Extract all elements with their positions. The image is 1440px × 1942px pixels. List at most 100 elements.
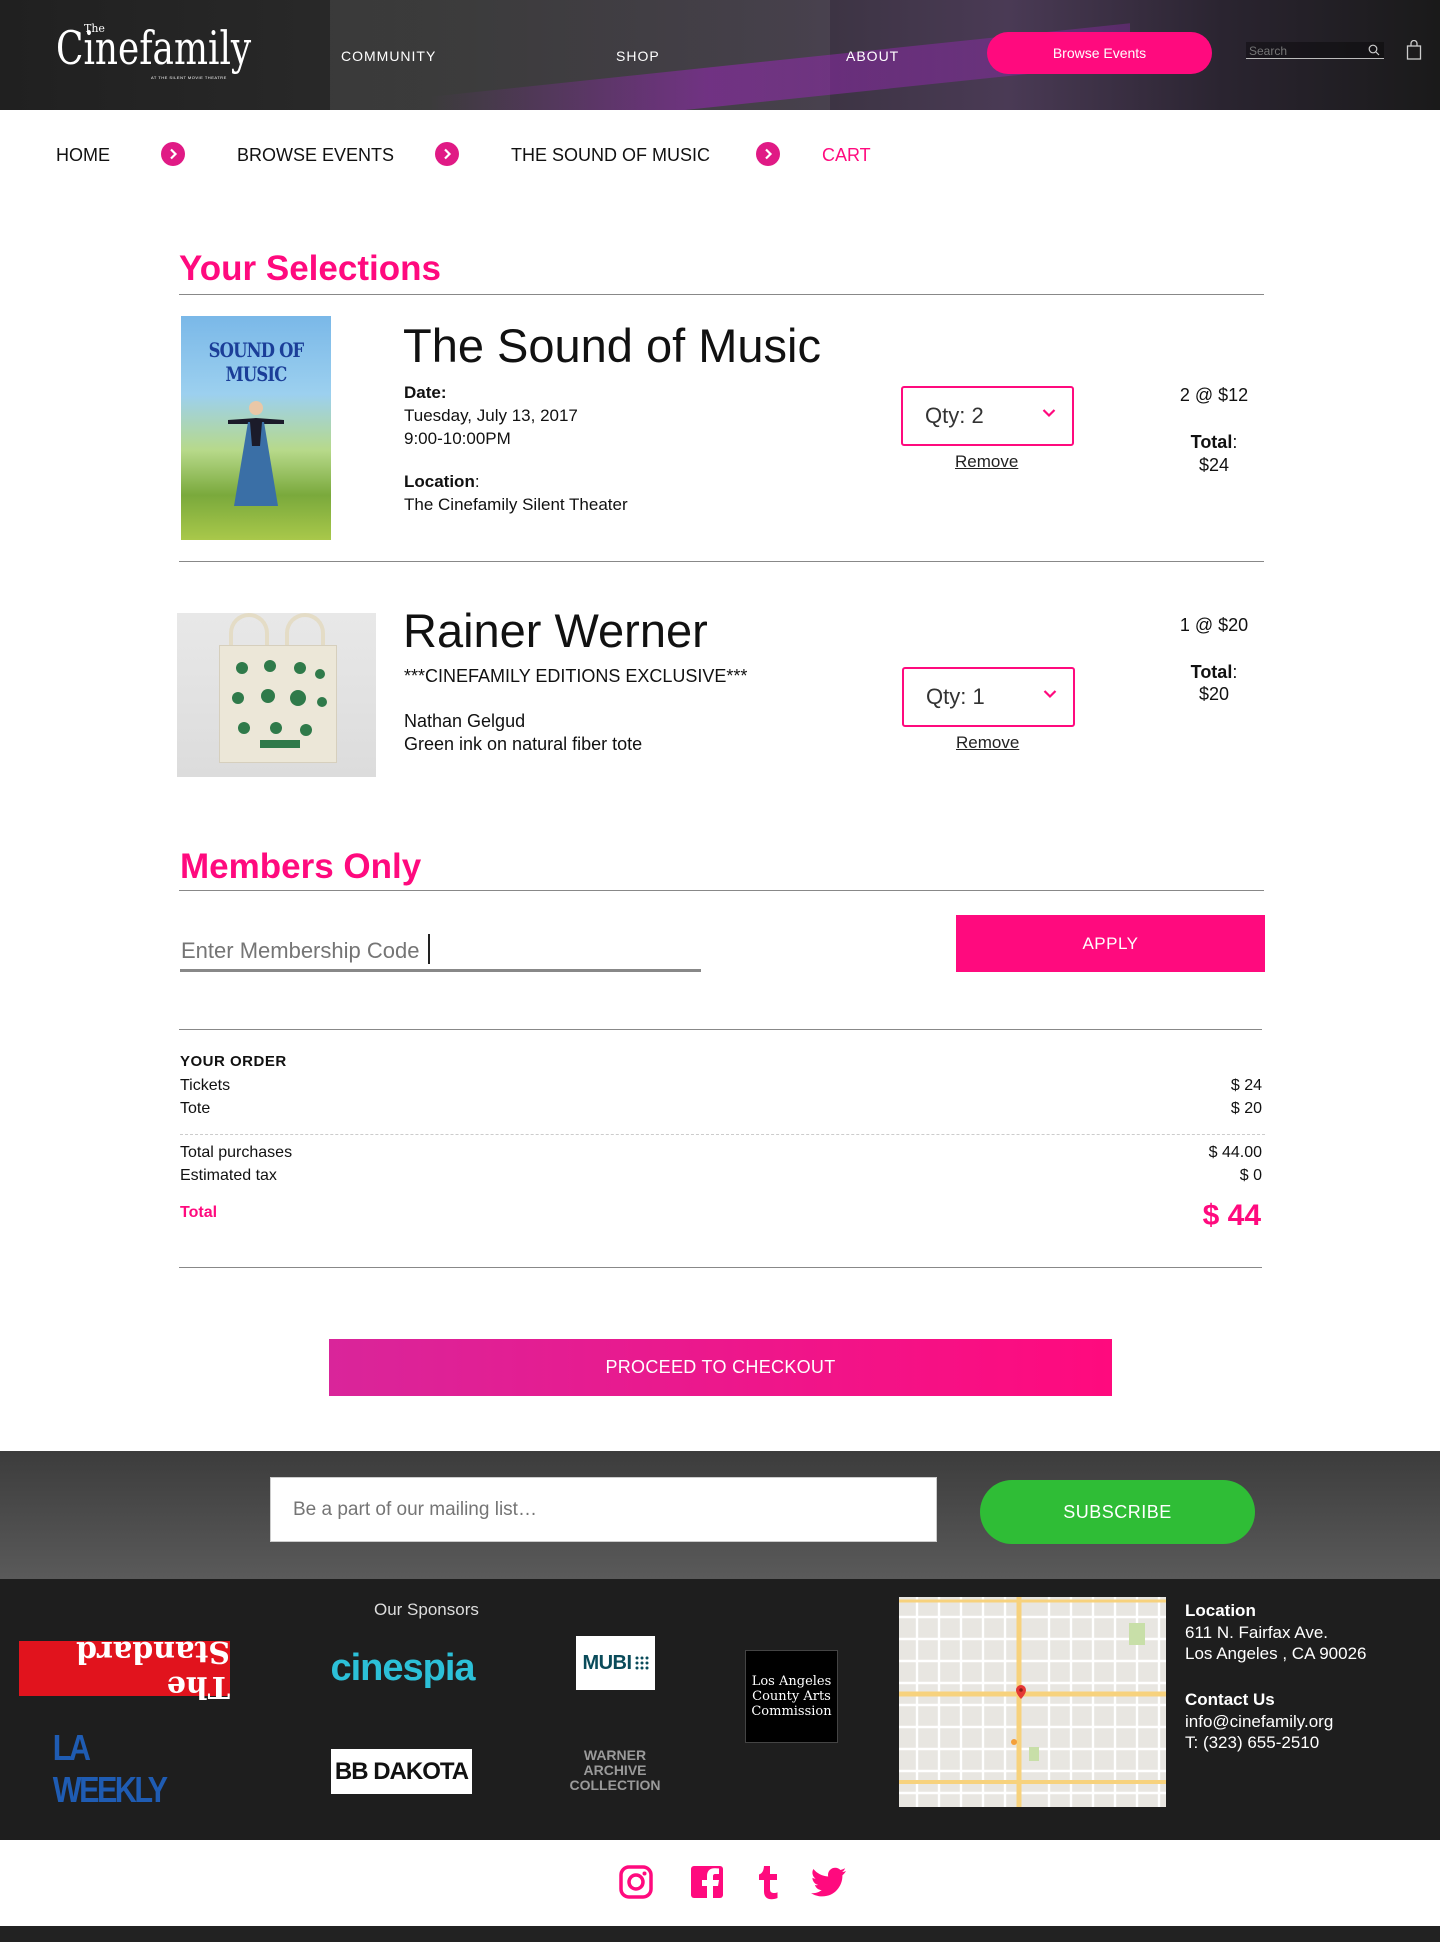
item-subtitle: ***CINEFAMILY EDITIONS EXCLUSIVE*** [404,666,748,686]
chevron-down-icon [1042,409,1056,418]
divider [179,1267,1262,1268]
chevron-right-icon [161,142,185,166]
remove-link[interactable]: Remove [956,733,1019,753]
facebook-icon[interactable] [689,1864,725,1900]
cinefamily-logo[interactable]: The Cinefamily AT THE SILENT MOVIE THEAT… [56,18,296,80]
event-location: The Cinefamily Silent Theater [404,495,628,514]
location-label: Location [404,472,475,491]
order-row-value: $ 0 [1239,1167,1262,1184]
item-total: $20 [1198,684,1230,704]
unit-price: 2 @ $12 [1179,385,1249,405]
poster-figure [228,401,284,506]
total-label: Total [1190,432,1233,452]
cart-icon[interactable] [1406,40,1422,60]
tote-print [232,660,327,748]
sponsor-cinespia[interactable]: cinespia [325,1643,480,1693]
nav-community[interactable]: COMMUNITY [341,48,436,64]
text-caret [428,934,430,964]
contact-title: Contact Us [1185,1690,1275,1709]
qty-select[interactable]: Qty: 1 [902,667,1075,727]
divider [179,1029,1262,1030]
sponsor-bb-dakota[interactable]: BB DAKOTA [331,1749,472,1794]
location-title: Location [1185,1601,1256,1620]
location-map[interactable] [899,1597,1166,1807]
sponsor-warner-archive[interactable]: WARNER ARCHIVE COLLECTION [563,1743,667,1797]
selections-title: Your Selections [179,249,441,288]
unit-price: 1 @ $20 [1179,615,1249,635]
apply-button[interactable]: APPLY [956,915,1265,972]
date-label: Date: [404,383,447,402]
sponsor-la-county-arts[interactable]: Los Angeles County Arts Commission [745,1650,838,1743]
breadcrumb-sound-of-music[interactable]: THE SOUND OF MUSIC [511,145,710,166]
breadcrumb-home[interactable]: HOME [56,145,110,166]
mailing-list-input[interactable] [270,1477,937,1542]
order-heading: YOUR ORDER [180,1053,287,1070]
sponsor-label: WARNER ARCHIVE COLLECTION [569,1746,661,1793]
nav-shop[interactable]: SHOP [616,48,660,64]
sponsors-title: Our Sponsors [374,1600,479,1619]
sponsor-label: The Standard [76,1633,230,1704]
order-row-value: $ 20 [1230,1100,1262,1117]
divider [179,561,1264,562]
location-colon: : [474,472,480,491]
address-line-2: Los Angeles , CA 90026 [1185,1644,1367,1663]
item-description: Green ink on natural fiber tote [404,734,643,754]
proceed-to-checkout-button[interactable]: PROCEED TO CHECKOUT [329,1339,1112,1396]
order-total-value: $ 44 [1202,1199,1261,1232]
address-line-1: 611 N. Fairfax Ave. [1185,1623,1328,1642]
search-icon[interactable] [1368,44,1380,56]
breadcrumb-browse-events[interactable]: BROWSE EVENTS [237,145,394,166]
nav-about[interactable]: ABOUT [846,48,899,64]
qty-select[interactable]: Qty: 2 [901,386,1074,446]
sponsor-la-weekly[interactable]: LA WEEKLY [40,1727,210,1810]
order-row-value: $ 24 [1230,1077,1262,1094]
subscribe-button[interactable]: SUBSCRIBE [980,1480,1255,1544]
map-graphic [899,1597,1166,1807]
tote-bag [219,645,337,763]
qty-value: Qty: 1 [926,684,985,709]
twitter-icon[interactable] [810,1864,848,1900]
contact-phone: T: (323) 655-2510 [1185,1733,1320,1752]
sponsor-label: cinespia [330,1646,475,1689]
item-title: The Sound of Music [403,319,821,372]
remove-link[interactable]: Remove [955,452,1018,472]
chevron-right-icon [435,142,459,166]
order-row-label: Tote [180,1100,211,1117]
tote-handle [229,613,269,647]
event-time: 9:00-10:00PM [404,429,511,448]
sponsor-label: LA WEEKLY [52,1727,168,1810]
chevron-down-icon [1043,690,1057,699]
sponsor-mubi[interactable]: MUBI [576,1636,655,1690]
sponsor-the-standard[interactable]: The Standard [19,1634,230,1704]
logo-subtitle: AT THE SILENT MOVIE THEATRE [151,75,227,80]
sound-of-music-poster: SOUND OF MUSIC [181,316,331,540]
event-date: Tuesday, July 13, 2017 [404,406,578,425]
logo-text: Cinefamily [56,21,252,75]
total-colon: : [1232,432,1238,452]
mubi-dots-icon [635,1656,649,1670]
order-row-value: $ 44.00 [1208,1144,1262,1161]
tote-image [177,613,376,777]
tumblr-icon[interactable] [757,1864,779,1900]
sponsor-label: Los Angeles County Arts Commission [751,1674,832,1719]
total-colon: : [1232,662,1238,682]
contact-email[interactable]: info@cinefamily.org [1185,1712,1333,1732]
members-title: Members Only [180,847,422,886]
instagram-icon[interactable] [618,1864,654,1900]
sponsor-label: MUBI [582,1651,632,1674]
tote-handle [285,613,325,647]
order-row-label: Tickets [180,1077,231,1094]
divider [179,890,1264,891]
qty-value: Qty: 2 [925,403,984,428]
order-row-label: Total purchases [180,1144,293,1161]
breadcrumb-cart: CART [822,145,871,165]
search-input[interactable] [1246,43,1364,59]
divider [179,294,1264,295]
chevron-right-icon [756,142,780,166]
browse-events-button[interactable]: Browse Events [987,32,1212,74]
order-row-label: Estimated tax [180,1167,277,1184]
search-box [1246,42,1384,59]
poster-title: SOUND OF MUSIC [208,338,305,386]
membership-code-input[interactable] [180,932,701,972]
total-label: Total [1190,662,1233,682]
